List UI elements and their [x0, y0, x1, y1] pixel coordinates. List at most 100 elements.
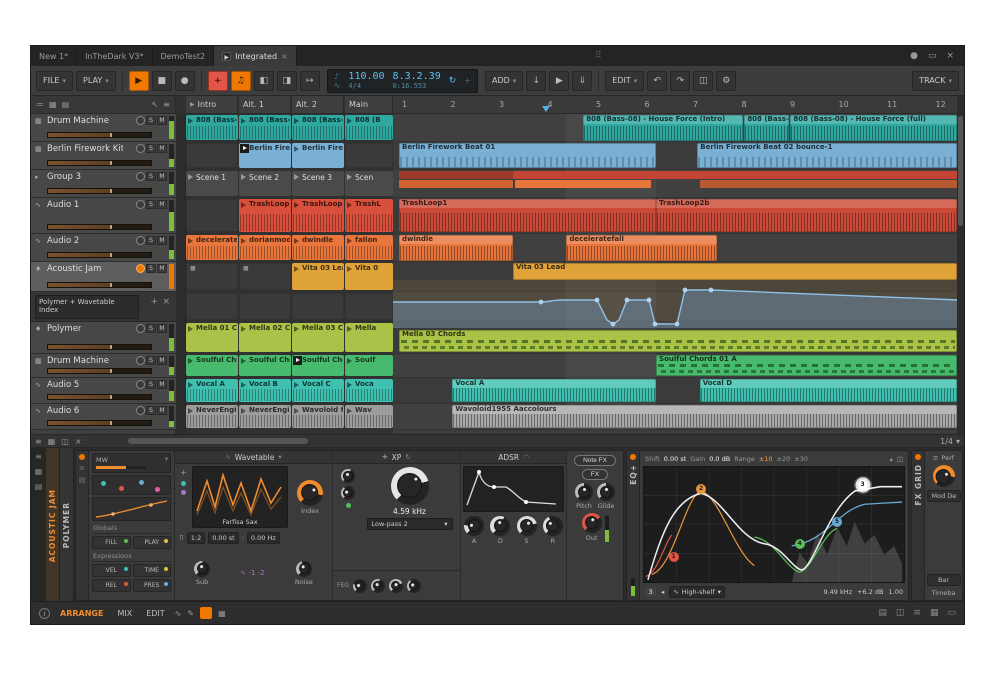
launcher-clip[interactable]: 808 (B — [345, 115, 393, 140]
fx-button[interactable]: FX — [582, 469, 608, 480]
launcher-clip[interactable]: Wav — [345, 405, 393, 428]
group-clip-segment[interactable] — [515, 180, 651, 188]
mod-menu-icon[interactable]: ▾ — [165, 455, 168, 463]
osc-ratio-value[interactable]: 1:2 — [187, 532, 205, 544]
track-height-icon[interactable]: ≡ — [35, 437, 42, 446]
filter-mode-dropdown[interactable]: Low-pass 2▾ — [367, 518, 453, 530]
osc-mod-icons[interactable]: ∿ -1 -2 — [240, 569, 264, 577]
mute-button[interactable]: M — [157, 356, 167, 365]
mute-button[interactable]: M — [157, 406, 167, 415]
arranger-clip[interactable]: Vocal A — [452, 379, 656, 402]
window-dot-icon[interactable]: ● — [910, 51, 918, 61]
transport-stop-button[interactable]: ■ — [152, 71, 172, 91]
filter-cutoff-value[interactable]: 4.59 kHz — [393, 507, 426, 516]
mute-button[interactable]: M — [157, 236, 167, 245]
device-chain-icon[interactable]: ≡ — [35, 452, 42, 461]
eq-band-node[interactable]: 2 — [696, 484, 706, 494]
track-row[interactable]: ∿Audio 2SM — [31, 234, 176, 262]
device-rows-icon[interactable]: ▤ — [35, 482, 43, 491]
eq-auto-icon[interactable]: ▴ — [890, 455, 893, 463]
preview-play-button[interactable]: ▶ — [549, 71, 569, 91]
eq-gain-value[interactable]: 0.0 dB — [709, 455, 730, 463]
xy-dot-red[interactable] — [119, 486, 124, 491]
settings-button[interactable]: ⚙ — [716, 71, 736, 91]
solo-button[interactable]: S — [146, 144, 156, 153]
filter-env-amount-knob[interactable] — [341, 469, 355, 483]
track-volume-fader[interactable] — [47, 282, 152, 288]
project-tab[interactable]: New 1* — [31, 46, 77, 66]
arranger-clip[interactable]: Vocal D — [700, 379, 957, 402]
launcher-clip[interactable]: Soulful Cho... — [292, 355, 344, 376]
env-knob-r[interactable]: R — [543, 516, 563, 545]
clip-launcher-toggle[interactable] — [200, 607, 212, 619]
envelope-display[interactable] — [463, 466, 564, 512]
launcher-clip[interactable]: Vita 0 — [345, 263, 393, 290]
save-button[interactable]: ↓ — [526, 71, 546, 91]
close-launcher-icon[interactable]: × — [75, 437, 82, 446]
eq-range-20[interactable]: ±20 — [777, 455, 791, 463]
mod-wheel-slider[interactable] — [96, 466, 146, 469]
track-list-menu-icon[interactable]: ≡ — [163, 100, 170, 109]
vel-expression-button[interactable]: VEL — [92, 564, 131, 577]
grid-resolution-control[interactable]: 1/4▾ — [940, 437, 960, 446]
solo-button[interactable]: S — [146, 356, 156, 365]
scene-launch-cell[interactable]: Scene 1 — [186, 171, 238, 196]
project-tab[interactable]: DemoTest2 — [153, 46, 215, 66]
rel-expression-button[interactable]: REL — [92, 579, 131, 592]
mod-source-dot-purple[interactable] — [181, 490, 186, 495]
arranger-clip[interactable]: Berlin Firework Beat 02 bounce-1 — [697, 143, 957, 168]
filter-keytrack-knob[interactable] — [341, 486, 355, 500]
solo-button[interactable]: S — [146, 380, 156, 389]
track-filter-menu-icon[interactable]: ≔ — [36, 100, 44, 109]
detail-panel-icon[interactable]: ▭ — [947, 608, 956, 618]
track-tab-acoustic-jam[interactable]: ACOUSTIC JAM — [46, 448, 60, 603]
eq-band-node[interactable]: 1 — [669, 552, 679, 562]
launcher-clip[interactable]: Soulful Cho... — [239, 355, 291, 376]
feg-knob-r[interactable] — [407, 579, 421, 593]
record-arm-button[interactable] — [136, 380, 145, 389]
track-volume-fader[interactable] — [47, 160, 152, 166]
info-icon[interactable]: i — [39, 608, 50, 619]
fill-button[interactable]: FILL — [92, 536, 131, 549]
feg-knob-a[interactable] — [353, 579, 367, 593]
eq-band-type-dropdown[interactable]: ∿High-shelf▾ — [669, 586, 725, 598]
fx-grid-power-icon[interactable] — [915, 454, 921, 460]
window-minimize-icon[interactable]: ▭ — [928, 51, 937, 61]
glide-knob[interactable]: Glide — [597, 483, 615, 510]
project-tab[interactable]: InTheDark V3* — [77, 46, 152, 66]
record-arm-button[interactable] — [136, 264, 145, 273]
crossfade-icon[interactable]: ∿ — [175, 609, 182, 618]
vertical-scrollbar-thumb[interactable] — [958, 116, 963, 226]
arranger-clip[interactable]: Wavoloid1955 Aaccolours — [452, 405, 957, 428]
track-volume-fader[interactable] — [47, 224, 152, 230]
mute-button[interactable]: M — [157, 144, 167, 153]
empty-clip-slot[interactable] — [186, 143, 238, 168]
mute-button[interactable]: M — [157, 380, 167, 389]
vertical-scrollbar[interactable] — [957, 96, 964, 434]
track-volume-fader[interactable] — [47, 132, 152, 138]
solo-button[interactable]: S — [146, 172, 156, 181]
eq-band-freq[interactable]: 9.49 kHz — [823, 588, 852, 596]
arrange-view-button[interactable]: ARRANGE — [56, 607, 107, 620]
eq-range-10[interactable]: ±10 — [759, 455, 773, 463]
xy-dot-pink[interactable] — [155, 487, 160, 492]
mute-button[interactable]: M — [157, 324, 167, 333]
record-arm-button[interactable] — [136, 324, 145, 333]
launcher-clip[interactable]: Berlin Fire... — [239, 143, 291, 168]
arranger-timeline[interactable]: 123456789101112 808 (Bass-08) - House Fo… — [393, 96, 959, 434]
track-row[interactable]: ∿Audio 5SM — [31, 378, 176, 404]
undo-button[interactable]: ↶ — [647, 71, 667, 91]
empty-clip-slot[interactable] — [239, 293, 291, 320]
track-row[interactable]: ♦Acoustic JamSM — [31, 262, 176, 292]
fx-grid-perf-tab[interactable]: Perf — [941, 454, 954, 462]
track-volume-fader[interactable] — [47, 188, 152, 194]
pitch-knob[interactable]: Pitch — [575, 483, 593, 510]
track-volume-fader[interactable] — [47, 252, 152, 258]
xy-dot-teal[interactable] — [101, 481, 106, 486]
redo-button[interactable]: ↷ — [670, 71, 690, 91]
track-volume-fader[interactable] — [47, 394, 152, 400]
browser-panel-icon[interactable]: ▤ — [878, 608, 887, 618]
launcher-clip[interactable]: 808 (Bass-... — [186, 115, 238, 140]
mod-designer-chip[interactable]: Mod De — [927, 490, 961, 502]
solo-button[interactable]: S — [146, 264, 156, 273]
